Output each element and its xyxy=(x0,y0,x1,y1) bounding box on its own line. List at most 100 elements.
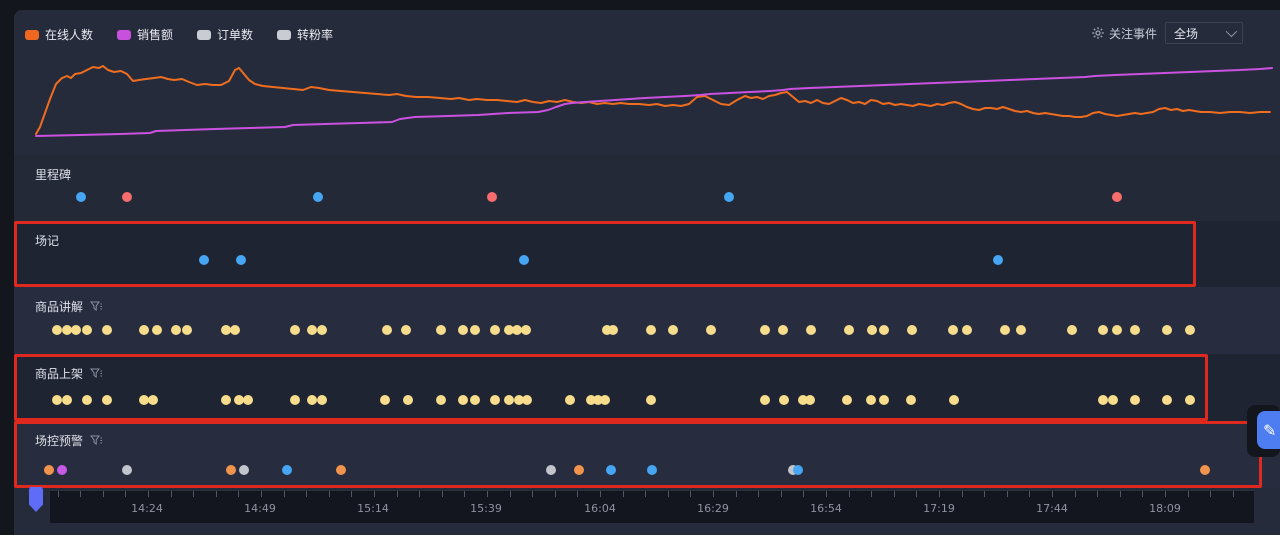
event-dot[interactable] xyxy=(1185,325,1195,335)
event-dot[interactable] xyxy=(646,395,656,405)
event-dot[interactable] xyxy=(282,465,292,475)
event-dot[interactable] xyxy=(574,465,584,475)
event-dot[interactable] xyxy=(382,325,392,335)
scope-select[interactable]: 全场 xyxy=(1165,22,1243,44)
event-dot[interactable] xyxy=(221,395,231,405)
edit-button[interactable]: ✎ xyxy=(1257,411,1280,449)
event-dot[interactable] xyxy=(546,465,556,475)
event-dot[interactable] xyxy=(504,395,514,405)
event-dot[interactable] xyxy=(152,325,162,335)
event-dot[interactable] xyxy=(122,465,132,475)
event-dot[interactable] xyxy=(647,465,657,475)
event-dot[interactable] xyxy=(519,255,529,265)
timeline-axis[interactable]: 14:2414:4915:1415:3916:0416:2916:5417:19… xyxy=(50,490,1254,523)
follow-events-setting[interactable]: 关注事件 xyxy=(1092,25,1157,42)
event-dot[interactable] xyxy=(148,395,158,405)
event-dot[interactable] xyxy=(1112,192,1122,202)
event-dot[interactable] xyxy=(948,325,958,335)
event-dot[interactable] xyxy=(44,465,54,475)
event-dot[interactable] xyxy=(608,325,618,335)
event-dot[interactable] xyxy=(102,325,112,335)
event-dot[interactable] xyxy=(962,325,972,335)
event-dot[interactable] xyxy=(600,395,610,405)
event-dot[interactable] xyxy=(1130,325,1140,335)
event-dot[interactable] xyxy=(290,325,300,335)
event-dot[interactable] xyxy=(230,325,240,335)
event-dot[interactable] xyxy=(490,325,500,335)
event-dot[interactable] xyxy=(82,325,92,335)
event-dot[interactable] xyxy=(458,395,468,405)
event-dot[interactable] xyxy=(487,192,497,202)
event-dot[interactable] xyxy=(139,325,149,335)
event-dot[interactable] xyxy=(1098,395,1108,405)
event-dot[interactable] xyxy=(171,325,181,335)
event-dot[interactable] xyxy=(993,255,1003,265)
event-dot[interactable] xyxy=(76,192,86,202)
event-dot[interactable] xyxy=(779,395,789,405)
event-dot[interactable] xyxy=(521,325,531,335)
event-dot[interactable] xyxy=(336,465,346,475)
event-dot[interactable] xyxy=(470,395,480,405)
event-dot[interactable] xyxy=(1000,325,1010,335)
event-dot[interactable] xyxy=(317,325,327,335)
event-dot[interactable] xyxy=(522,395,532,405)
event-dot[interactable] xyxy=(706,325,716,335)
event-dot[interactable] xyxy=(844,325,854,335)
event-dot[interactable] xyxy=(907,325,917,335)
event-dot[interactable] xyxy=(949,395,959,405)
event-dot[interactable] xyxy=(1200,465,1210,475)
event-dot[interactable] xyxy=(470,325,480,335)
event-dot[interactable] xyxy=(760,395,770,405)
event-dot[interactable] xyxy=(122,192,132,202)
event-dot[interactable] xyxy=(62,395,72,405)
event-dot[interactable] xyxy=(1112,325,1122,335)
event-dot[interactable] xyxy=(401,325,411,335)
event-dot[interactable] xyxy=(239,465,249,475)
legend-item-online-users[interactable]: 在线人数 xyxy=(25,26,93,43)
event-dot[interactable] xyxy=(866,395,876,405)
legend-item-fan-rate[interactable]: 转粉率 xyxy=(277,26,333,43)
event-dot[interactable] xyxy=(906,395,916,405)
event-dot[interactable] xyxy=(1098,325,1108,335)
event-dot[interactable] xyxy=(879,395,889,405)
event-dot[interactable] xyxy=(82,395,92,405)
event-dot[interactable] xyxy=(490,395,500,405)
event-dot[interactable] xyxy=(458,325,468,335)
event-dot[interactable] xyxy=(842,395,852,405)
event-dot[interactable] xyxy=(403,395,413,405)
event-dot[interactable] xyxy=(565,395,575,405)
event-dot[interactable] xyxy=(879,325,889,335)
event-dot[interactable] xyxy=(182,325,192,335)
event-dot[interactable] xyxy=(436,395,446,405)
event-dot[interactable] xyxy=(760,325,770,335)
event-dot[interactable] xyxy=(102,395,112,405)
event-dot[interactable] xyxy=(1162,325,1172,335)
event-dot[interactable] xyxy=(1162,395,1172,405)
event-dot[interactable] xyxy=(52,325,62,335)
event-dot[interactable] xyxy=(646,325,656,335)
event-dot[interactable] xyxy=(436,325,446,335)
event-dot[interactable] xyxy=(1185,395,1195,405)
event-dot[interactable] xyxy=(867,325,877,335)
event-dot[interactable] xyxy=(805,395,815,405)
event-dot[interactable] xyxy=(806,325,816,335)
event-dot[interactable] xyxy=(71,325,81,335)
event-dot[interactable] xyxy=(793,465,803,475)
event-dot[interactable] xyxy=(199,255,209,265)
event-dot[interactable] xyxy=(57,465,67,475)
event-dot[interactable] xyxy=(1108,395,1118,405)
event-dot[interactable] xyxy=(243,395,253,405)
event-dot[interactable] xyxy=(380,395,390,405)
event-dot[interactable] xyxy=(1130,395,1140,405)
event-dot[interactable] xyxy=(290,395,300,405)
event-dot[interactable] xyxy=(778,325,788,335)
event-dot[interactable] xyxy=(226,465,236,475)
event-dot[interactable] xyxy=(668,325,678,335)
event-dot[interactable] xyxy=(52,395,62,405)
event-dot[interactable] xyxy=(313,192,323,202)
event-dot[interactable] xyxy=(317,395,327,405)
legend-item-orders[interactable]: 订单数 xyxy=(197,26,253,43)
event-dot[interactable] xyxy=(606,465,616,475)
event-dot[interactable] xyxy=(236,255,246,265)
event-dot[interactable] xyxy=(1016,325,1026,335)
